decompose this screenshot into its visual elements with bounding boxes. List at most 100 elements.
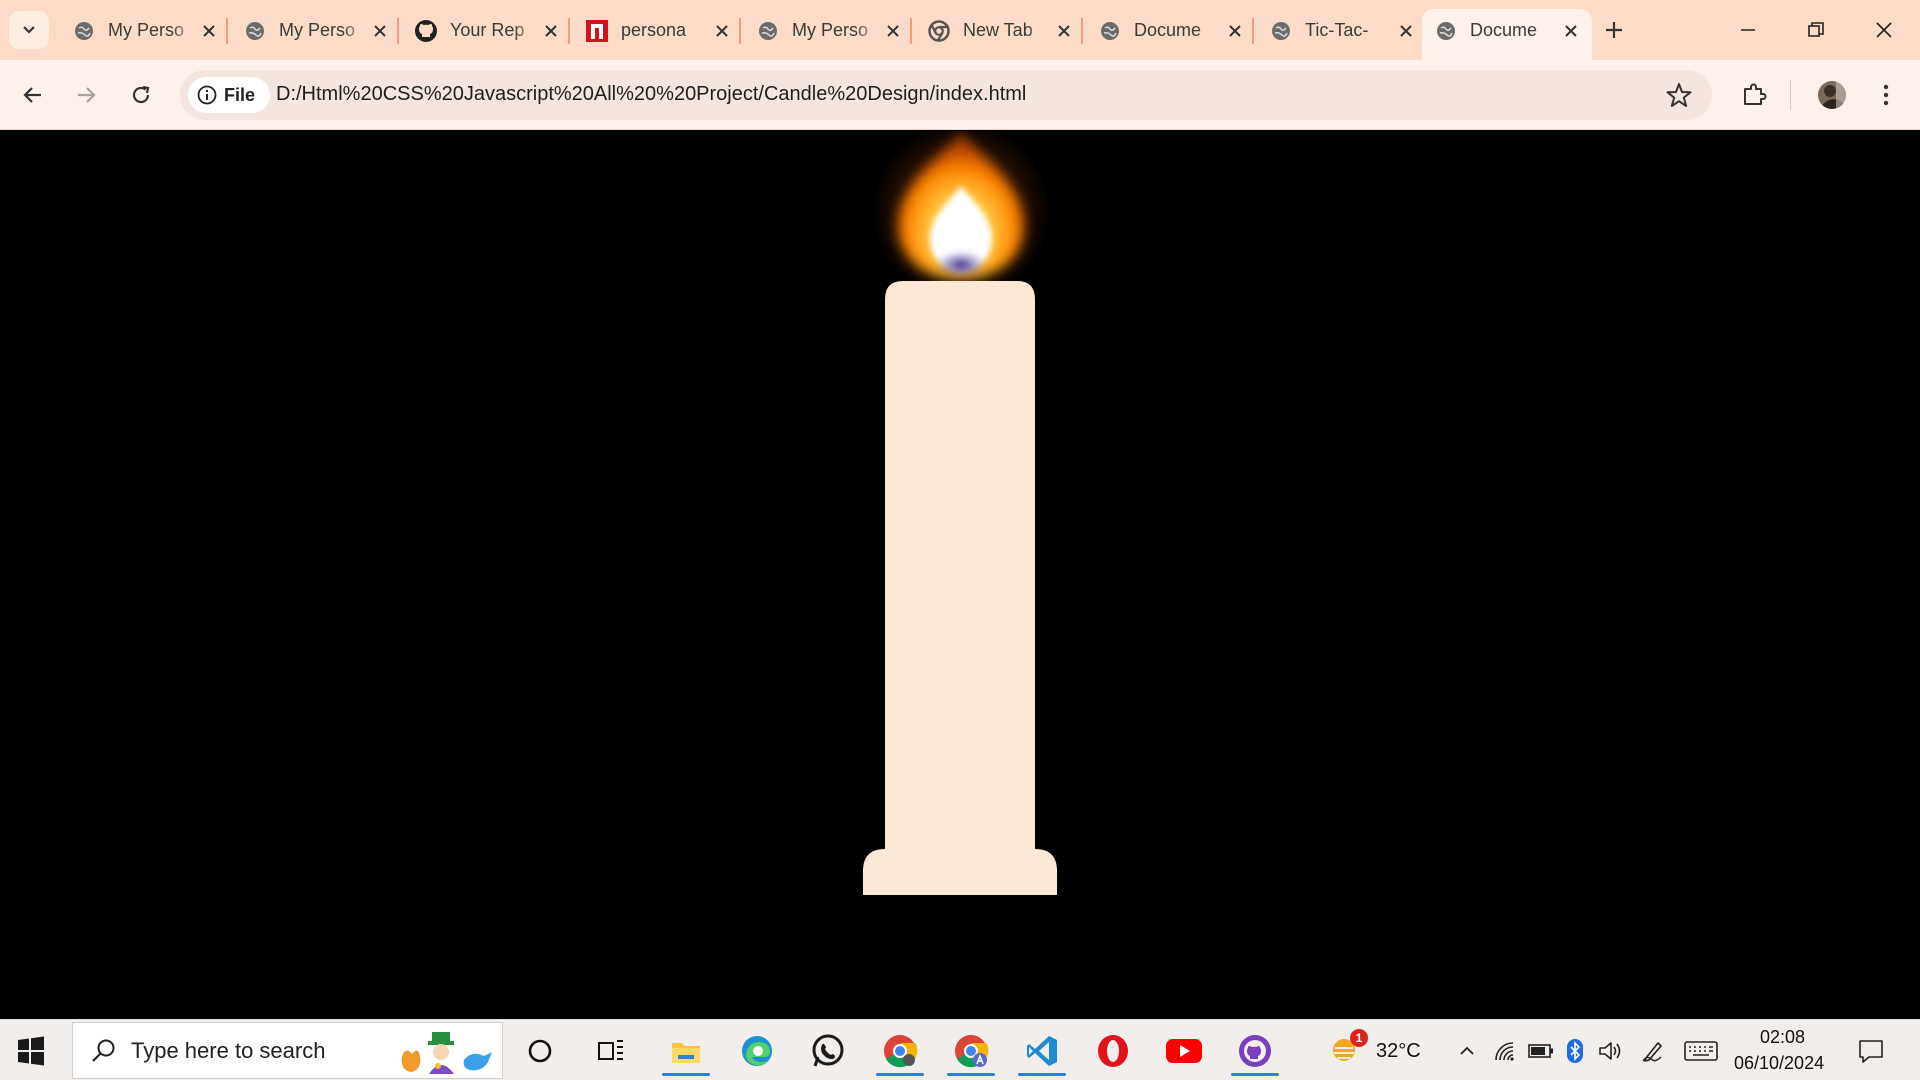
youtube-icon xyxy=(1166,1039,1202,1063)
browser-toolbar: File D:/Html%20CSS%20Javascript%20All%20… xyxy=(0,60,1920,130)
tab-title: My Perso xyxy=(108,20,185,40)
cortana-button[interactable] xyxy=(512,1026,568,1076)
tab-my-perso-1[interactable]: My Perso xyxy=(60,9,230,60)
more-vertical-icon xyxy=(1883,84,1889,106)
tab-separator xyxy=(739,18,741,44)
task-view-icon xyxy=(598,1040,623,1060)
chrome-icon xyxy=(884,1035,918,1068)
chrome-profile-button[interactable] xyxy=(943,1026,999,1076)
globe-icon xyxy=(756,19,780,43)
close-icon[interactable] xyxy=(1053,20,1075,42)
close-icon[interactable] xyxy=(198,20,220,42)
close-window-button[interactable] xyxy=(1852,0,1916,60)
tab-docume-active[interactable]: Docume xyxy=(1422,9,1592,60)
close-icon[interactable] xyxy=(369,20,391,42)
chrome-button[interactable] xyxy=(872,1026,928,1076)
globe-icon xyxy=(72,19,96,43)
tab-search-button[interactable] xyxy=(9,11,49,49)
tab-title: My Perso xyxy=(279,20,356,40)
clock-date: 06/10/2024 xyxy=(1734,1053,1825,1073)
tab-your-rep[interactable]: Your Rep xyxy=(402,9,572,60)
back-button[interactable] xyxy=(11,73,55,117)
star-icon[interactable] xyxy=(1666,82,1692,108)
info-icon xyxy=(197,85,217,105)
github-desktop-icon xyxy=(1239,1035,1271,1067)
whatsapp-button[interactable] xyxy=(800,1026,856,1076)
close-icon[interactable] xyxy=(540,20,562,42)
tab-new-tab[interactable]: New Tab xyxy=(915,9,1085,60)
menu-button[interactable] xyxy=(1864,73,1908,117)
pen-button[interactable] xyxy=(1640,1038,1666,1064)
search-placeholder: Type here to search xyxy=(131,1037,326,1063)
reload-icon xyxy=(132,85,150,104)
tab-title: Tic-Tac- xyxy=(1305,20,1369,40)
close-icon[interactable] xyxy=(711,20,733,42)
tab-my-perso-2[interactable]: My Perso xyxy=(231,9,401,60)
chevron-down-icon xyxy=(23,26,35,34)
edge-icon xyxy=(742,1036,772,1066)
tab-title: Docume xyxy=(1470,20,1538,40)
chrome-profile-icon xyxy=(955,1035,989,1068)
minimize-button[interactable] xyxy=(1716,0,1780,60)
file-explorer-button[interactable] xyxy=(658,1026,714,1076)
close-icon[interactable] xyxy=(1224,20,1246,42)
vscode-button[interactable] xyxy=(1014,1026,1070,1076)
close-icon xyxy=(1876,22,1892,38)
close-icon[interactable] xyxy=(1395,20,1417,42)
arrow-left-icon xyxy=(23,87,41,103)
toolbar-divider xyxy=(1790,80,1791,110)
arrow-right-icon xyxy=(78,87,96,103)
tab-separator xyxy=(1252,18,1254,44)
forward-button[interactable] xyxy=(64,73,108,117)
new-tab-button[interactable] xyxy=(1596,12,1632,48)
tab-tic-tac[interactable]: Tic-Tac- xyxy=(1257,9,1427,60)
extensions-button[interactable] xyxy=(1732,73,1776,117)
restore-button[interactable] xyxy=(1784,0,1848,60)
network-button[interactable] xyxy=(1492,1038,1518,1064)
globe-icon xyxy=(1434,19,1458,43)
windows-start-icon[interactable] xyxy=(16,1036,46,1066)
restore-icon xyxy=(1808,22,1824,37)
site-chip-label: File xyxy=(224,84,256,105)
github-desktop-button[interactable] xyxy=(1227,1026,1283,1076)
candle-base xyxy=(863,849,1057,895)
tab-title: Your Rep xyxy=(450,20,525,40)
github-icon xyxy=(414,19,438,43)
edge-button[interactable] xyxy=(729,1026,785,1076)
bluetooth-button[interactable] xyxy=(1562,1038,1588,1064)
cortana-circle-icon xyxy=(528,1039,552,1063)
close-icon[interactable] xyxy=(1560,20,1582,42)
whatsapp-icon xyxy=(812,1034,844,1067)
task-view-button[interactable] xyxy=(583,1026,639,1076)
flame-base xyxy=(935,251,987,279)
reload-button[interactable] xyxy=(119,73,163,117)
battery-button[interactable] xyxy=(1528,1038,1554,1064)
speaker-icon xyxy=(1599,1042,1621,1060)
clock[interactable]: 02:08 06/10/2024 xyxy=(1728,1024,1838,1078)
tab-my-perso-3[interactable]: My Perso xyxy=(744,9,914,60)
youtube-button[interactable] xyxy=(1156,1026,1212,1076)
weather-widget[interactable]: 1 32°C xyxy=(1326,1028,1446,1074)
opera-button[interactable] xyxy=(1085,1026,1141,1076)
pen-icon xyxy=(1642,1042,1662,1062)
tab-docume-1[interactable]: Docume xyxy=(1086,9,1256,60)
profile-avatar[interactable] xyxy=(1810,73,1854,117)
minimize-icon xyxy=(1741,29,1755,31)
url-text[interactable]: D:/Html%20CSS%20Javascript%20All%20%20Pr… xyxy=(276,83,1026,106)
tab-persona[interactable]: persona xyxy=(573,9,743,60)
show-hidden-icons-button[interactable] xyxy=(1454,1038,1480,1064)
notifications-button[interactable] xyxy=(1856,1036,1886,1066)
address-bar[interactable]: File D:/Html%20CSS%20Javascript%20All%20… xyxy=(180,70,1712,120)
touch-keyboard-button[interactable] xyxy=(1684,1038,1718,1064)
tab-title: Docume xyxy=(1134,20,1202,40)
globe-icon xyxy=(1098,19,1122,43)
weather-badge-count: 1 xyxy=(1355,1031,1363,1045)
tab-separator xyxy=(1081,18,1083,44)
weather-temperature: 32°C xyxy=(1376,1040,1421,1062)
vscode-icon xyxy=(1027,1036,1057,1066)
site-info-chip[interactable]: File xyxy=(188,77,270,113)
volume-button[interactable] xyxy=(1598,1038,1624,1064)
taskbar-search-box[interactable]: Type here to search xyxy=(72,1022,503,1079)
globe-icon xyxy=(1269,19,1293,43)
close-icon[interactable] xyxy=(882,20,904,42)
